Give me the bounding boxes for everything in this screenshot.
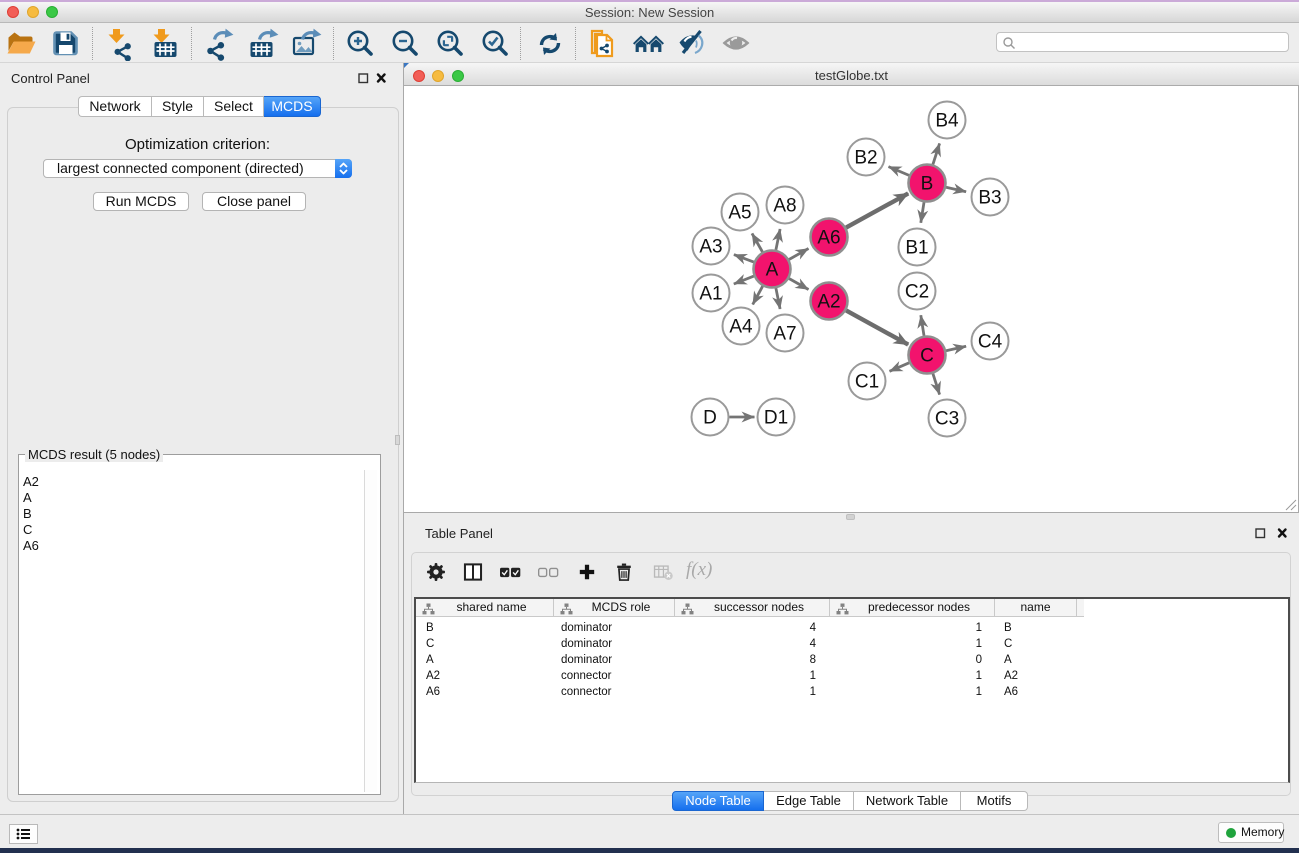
- svg-text:A5: A5: [728, 203, 751, 224]
- svg-text:C1: C1: [855, 372, 879, 393]
- svg-text:A4: A4: [729, 317, 753, 338]
- svg-text:B2: B2: [854, 148, 877, 169]
- svg-text:A3: A3: [699, 237, 722, 258]
- svg-text:B: B: [921, 174, 934, 195]
- svg-text:B1: B1: [905, 238, 928, 259]
- svg-text:B4: B4: [935, 111, 959, 132]
- svg-text:A: A: [766, 260, 779, 281]
- svg-text:C3: C3: [935, 409, 959, 430]
- svg-text:A8: A8: [773, 196, 796, 217]
- svg-text:C2: C2: [905, 282, 929, 303]
- svg-text:D: D: [703, 408, 717, 429]
- svg-text:B3: B3: [978, 188, 1001, 209]
- svg-text:C: C: [920, 346, 934, 367]
- svg-text:A7: A7: [773, 324, 796, 345]
- svg-text:C4: C4: [978, 332, 1003, 353]
- svg-text:A6: A6: [817, 228, 840, 249]
- svg-text:A2: A2: [817, 292, 840, 313]
- svg-text:D1: D1: [764, 408, 788, 429]
- svg-text:A1: A1: [699, 284, 722, 305]
